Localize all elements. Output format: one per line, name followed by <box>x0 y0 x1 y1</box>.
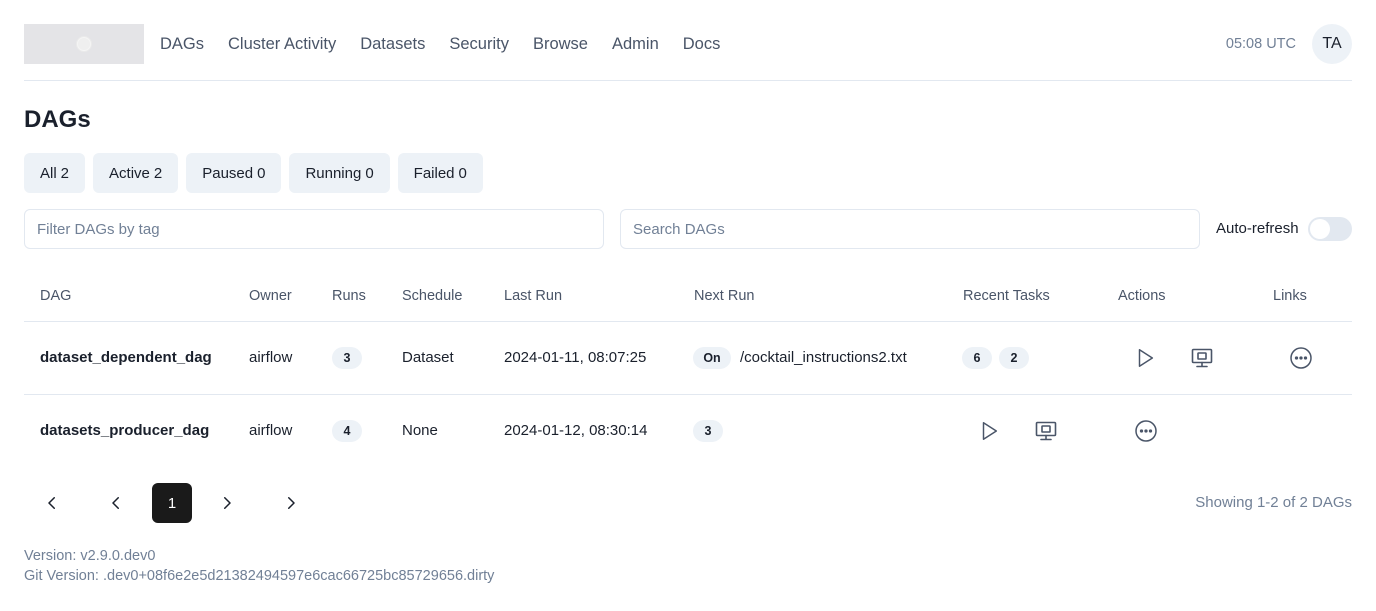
main-nav: DAGs Cluster Activity Datasets Security … <box>160 24 744 64</box>
next-run-dataset[interactable]: /cocktail_instructions2.txt <box>740 349 907 366</box>
more-links-button[interactable] <box>1126 411 1166 451</box>
nav-admin[interactable]: Admin <box>612 35 659 54</box>
filter-active-button[interactable]: Active 2 <box>93 153 179 193</box>
first-page-button[interactable] <box>32 483 72 523</box>
filter-label: Paused <box>202 164 254 182</box>
page-title: DAGs <box>24 106 91 133</box>
nav-dags[interactable]: DAGs <box>160 35 204 54</box>
filter-count: 0 <box>257 164 266 182</box>
trigger-dag-button[interactable] <box>969 411 1009 451</box>
nav-datasets[interactable]: Datasets <box>360 35 425 54</box>
monitor-icon <box>1191 348 1213 368</box>
dag-id-link[interactable]: datasets_producer_dag <box>40 422 209 439</box>
filter-paused-button[interactable]: Paused 0 <box>186 153 282 193</box>
table-row-divider <box>24 394 1352 395</box>
nav-browse[interactable]: Browse <box>533 35 588 54</box>
more-horizontal-icon <box>1290 347 1312 369</box>
filter-count: 2 <box>153 164 163 182</box>
filter-count: 2 <box>60 164 70 182</box>
filter-label: Running <box>305 164 362 182</box>
trigger-dag-button[interactable] <box>1125 338 1165 378</box>
last-page-button[interactable] <box>271 483 311 523</box>
column-header-links: Links <box>1273 288 1307 304</box>
play-icon <box>1138 349 1154 367</box>
auto-refresh-toggle[interactable] <box>1308 217 1352 241</box>
toggle-knob <box>1310 219 1330 239</box>
logo[interactable] <box>24 24 144 64</box>
page-button-current[interactable]: 1 <box>152 483 192 523</box>
next-run-status-badge: On <box>693 347 731 369</box>
filter-count: 0 <box>365 164 374 182</box>
nav-security[interactable]: Security <box>449 35 509 54</box>
chevron-left-icon <box>48 497 55 509</box>
graph-view-button[interactable] <box>1182 338 1222 378</box>
chevron-left-icon <box>112 497 119 509</box>
logo-mark <box>77 37 91 51</box>
next-page-button[interactable] <box>207 483 247 523</box>
dag-owner[interactable]: airflow <box>249 349 292 366</box>
header-divider <box>24 80 1352 81</box>
column-header-last-run[interactable]: Last Run <box>504 288 562 304</box>
dag-owner[interactable]: airflow <box>249 422 292 439</box>
runs-badge[interactable]: 4 <box>332 420 362 442</box>
filter-all-button[interactable]: All 2 <box>24 153 86 193</box>
table-header-divider <box>24 321 1352 322</box>
pagination-summary: Showing 1-2 of 2 DAGs <box>1195 494 1352 511</box>
top-navigation: DAGs Cluster Activity Datasets Security … <box>24 24 1352 64</box>
nav-docs[interactable]: Docs <box>683 35 721 54</box>
column-header-actions: Actions <box>1118 288 1166 304</box>
search-input[interactable] <box>620 209 1200 249</box>
user-avatar[interactable]: TA <box>1312 24 1352 64</box>
version-text: Version: v2.9.0.dev0 <box>24 548 156 564</box>
git-version-text: Git Version: .dev0+08f6e2e5d21382494597e… <box>24 568 495 584</box>
column-header-owner: Owner <box>249 288 292 304</box>
recent-task-badge[interactable]: 6 <box>962 347 992 369</box>
auto-refresh-label: Auto-refresh <box>1216 220 1299 237</box>
column-header-runs: Runs <box>332 288 366 304</box>
filter-failed-button[interactable]: Failed 0 <box>397 153 483 193</box>
play-icon <box>982 422 998 440</box>
filter-label: Active <box>109 164 150 182</box>
last-run[interactable]: 2024-01-11, 08:07:25 <box>504 349 646 366</box>
utc-clock[interactable]: 05:08 UTC <box>1226 36 1296 52</box>
column-header-schedule: Schedule <box>402 288 463 304</box>
schedule: None <box>402 422 438 439</box>
column-header-dag[interactable]: DAG <box>40 288 71 304</box>
chevron-right-icon <box>224 497 231 509</box>
filter-label: Failed <box>413 164 455 182</box>
previous-page-button[interactable] <box>96 483 136 523</box>
column-header-recent-tasks: Recent Tasks <box>963 288 1050 304</box>
recent-task-badge[interactable]: 2 <box>999 347 1029 369</box>
graph-view-button[interactable] <box>1026 411 1066 451</box>
dag-id-link[interactable]: dataset_dependent_dag <box>40 349 212 366</box>
runs-badge[interactable]: 3 <box>332 347 362 369</box>
schedule: Dataset <box>402 349 454 366</box>
monitor-icon <box>1035 421 1057 441</box>
chevron-right-icon <box>288 497 295 509</box>
nav-cluster-activity[interactable]: Cluster Activity <box>228 35 336 54</box>
filter-count: 0 <box>458 164 467 182</box>
more-horizontal-icon <box>1135 420 1157 442</box>
filter-label: All <box>40 164 57 182</box>
last-run[interactable]: 2024-01-12, 08:30:14 <box>504 422 647 439</box>
tag-filter-input[interactable] <box>24 209 604 249</box>
more-links-button[interactable] <box>1281 338 1321 378</box>
recent-task-badge[interactable]: 3 <box>693 420 723 442</box>
status-filters: All 2 Active 2 Paused 0 Running 0 Failed 0 <box>24 153 483 193</box>
filter-running-button[interactable]: Running 0 <box>289 153 390 193</box>
column-header-next-run[interactable]: Next Run <box>694 288 754 304</box>
